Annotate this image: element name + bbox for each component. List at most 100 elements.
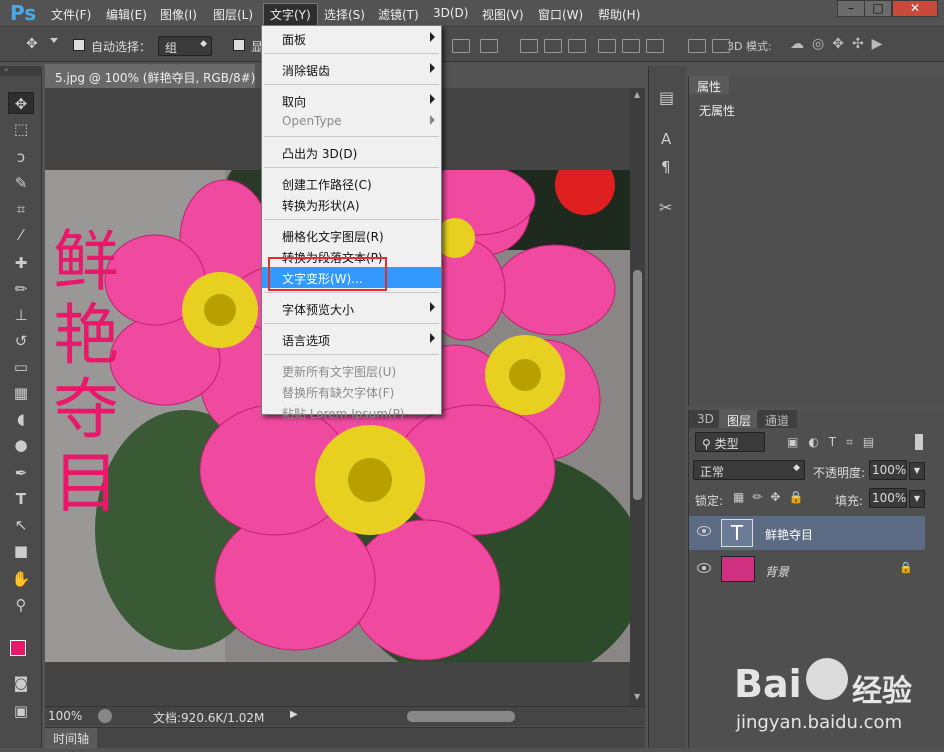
zoom-level[interactable]: 100%	[48, 709, 82, 723]
fill-input[interactable]: 100%	[869, 488, 907, 508]
move-tool-icon[interactable]: ✥	[8, 92, 34, 114]
menu-6[interactable]: 滤镜(T)	[378, 6, 419, 23]
menu-2[interactable]: 图像(I)	[160, 6, 197, 23]
tool-preset-chevron-icon[interactable]	[50, 38, 58, 43]
history-brush-tool-icon[interactable]: ↺	[8, 330, 34, 352]
type-menu-item[interactable]: 字体预览大小	[262, 298, 441, 319]
marquee-tool-icon[interactable]: ⬚	[8, 118, 34, 140]
pen-tool-icon[interactable]: ✒	[8, 462, 34, 484]
zoom-tool-icon[interactable]: ⚲	[8, 594, 34, 616]
blend-mode-dropdown[interactable]: 正常 ◆	[693, 460, 805, 480]
quick-mask-icon[interactable]: ◙	[8, 672, 34, 694]
layer-row-background[interactable]: 背景 🔒	[689, 553, 925, 587]
type-menu-item: 粘贴 Lorem Ipsum(P)	[262, 402, 441, 423]
eyedropper-tool-icon[interactable]: ⁄	[8, 224, 34, 246]
blur-tool-icon[interactable]: ◖	[8, 408, 34, 430]
menu-1[interactable]: 编辑(E)	[106, 6, 147, 23]
screen-mode-icon[interactable]: ▣	[8, 700, 34, 722]
align-distribute-icon[interactable]	[480, 39, 498, 53]
menu-7[interactable]: 3D(D)	[433, 6, 468, 20]
type-menu-item[interactable]: 栅格化文字图层(R)	[262, 225, 441, 246]
menu-0[interactable]: 文件(F)	[51, 6, 91, 23]
align-distribute-icon[interactable]	[646, 39, 664, 53]
visibility-eye-icon[interactable]	[697, 563, 711, 573]
scroll-up-arrow-icon[interactable]: ▲	[634, 90, 640, 99]
align-distribute-icon[interactable]	[622, 39, 640, 53]
type-menu-item[interactable]: 消除锯齿	[262, 59, 441, 80]
character-panel-icon[interactable]: A	[661, 130, 671, 148]
fill-chevron-icon[interactable]: ▼	[909, 490, 925, 508]
visibility-eye-icon[interactable]	[697, 526, 711, 536]
clone-stamp-tool-icon[interactable]: ⊥	[8, 304, 34, 326]
lasso-tool-icon[interactable]: ↄ	[8, 146, 34, 168]
eraser-tool-icon[interactable]: ▭	[8, 356, 34, 378]
type-menu-item[interactable]: 语言选项	[262, 329, 441, 350]
type-menu-item[interactable]: 面板	[262, 28, 441, 49]
status-menu-arrow-icon[interactable]: ▶	[290, 709, 298, 720]
align-distribute-icon[interactable]	[544, 39, 562, 53]
canvas-char-3: 夺	[53, 371, 119, 448]
canvas-text-layer[interactable]: 鲜 艳 夺 目	[53, 225, 133, 521]
type-menu-item[interactable]: 取向	[262, 90, 441, 111]
scroll-down-arrow-icon[interactable]: ▼	[634, 692, 640, 701]
layer-name[interactable]: 背景	[765, 563, 789, 580]
properties-tab[interactable]: 属性	[689, 76, 730, 94]
align-distribute-icon[interactable]	[520, 39, 538, 53]
opacity-chevron-icon[interactable]: ▼	[909, 462, 925, 480]
layer-filter-icons[interactable]: ▣◐T⌗▤	[787, 435, 884, 450]
layer-name[interactable]: 鲜艳夺目	[765, 526, 813, 543]
tools-preset-icon[interactable]: ✂	[659, 198, 672, 217]
align-distribute-icon[interactable]	[712, 39, 730, 53]
tools-collapse-handle[interactable]: »	[0, 66, 42, 76]
timeline-tab[interactable]: 时间轴	[45, 728, 98, 749]
menu-10[interactable]: 帮助(H)	[598, 6, 640, 23]
align-distribute-icon[interactable]	[598, 39, 616, 53]
align-distribute-icon[interactable]	[688, 39, 706, 53]
layers-tab-1[interactable]: 图层	[719, 410, 760, 428]
layers-tab-0[interactable]: 3D	[689, 410, 722, 428]
hand-tool-icon[interactable]: ✋	[8, 568, 34, 590]
horizontal-scrollbar-thumb[interactable]	[407, 711, 515, 722]
scrollbar-thumb[interactable]	[633, 270, 642, 500]
maximize-button[interactable]: □	[864, 0, 892, 17]
dodge-tool-icon[interactable]: ●	[8, 434, 34, 456]
layer-filter-dropdown[interactable]: ⚲ 类型	[695, 432, 765, 452]
history-panel-icon[interactable]: ▤	[659, 88, 674, 107]
menu-3[interactable]: 图层(L)	[213, 6, 253, 23]
status-info-icon[interactable]	[98, 709, 112, 723]
menu-8[interactable]: 视图(V)	[482, 6, 524, 23]
path-select-tool-icon[interactable]: ↖	[8, 514, 34, 536]
type-menu-item[interactable]: 转换为形状(A)	[262, 194, 441, 215]
align-distribute-icon[interactable]	[568, 39, 586, 53]
auto-select-dropdown[interactable]: 组 ◆	[158, 36, 212, 56]
paragraph-panel-icon[interactable]: ¶	[661, 158, 671, 176]
filter-toggle-icon[interactable]	[915, 434, 923, 450]
menu-9[interactable]: 窗口(W)	[538, 6, 583, 23]
move-tool-icon[interactable]: ✥	[26, 36, 38, 52]
type-menu-item[interactable]: 创建工作路径(C)	[262, 173, 441, 194]
gradient-tool-icon[interactable]: ▦	[8, 382, 34, 404]
layers-tab-2[interactable]: 通道	[757, 410, 798, 428]
quick-select-tool-icon[interactable]: ✎	[8, 172, 34, 194]
auto-select-value: 组	[165, 41, 178, 55]
show-transform-checkbox[interactable]	[233, 39, 245, 51]
3d-mode-icons[interactable]: ☁◎✥✣▶	[790, 36, 890, 52]
menu-5[interactable]: 选择(S)	[324, 6, 365, 23]
minimize-button[interactable]: –	[837, 0, 865, 17]
type-tool-icon[interactable]: T	[8, 488, 34, 510]
layer-row-text[interactable]: T 鲜艳夺目	[689, 516, 925, 550]
brush-tool-icon[interactable]: ✏	[8, 278, 34, 300]
auto-select-checkbox[interactable]	[73, 39, 85, 51]
document-tab[interactable]: 5.jpg @ 100% (鲜艳夺目, RGB/8#) * ×	[45, 64, 255, 88]
healing-brush-tool-icon[interactable]: ✚	[8, 252, 34, 274]
opacity-input[interactable]: 100%	[869, 460, 907, 480]
foreground-color-swatch[interactable]	[10, 640, 26, 656]
menu-4[interactable]: 文字(Y)	[263, 3, 318, 26]
align-distribute-icon[interactable]	[452, 39, 470, 53]
crop-tool-icon[interactable]: ⌗	[8, 198, 34, 220]
close-button[interactable]: ✕	[892, 0, 938, 17]
lock-icons[interactable]: ▦✏✥🔒	[733, 490, 811, 504]
text-layer-thumbnail-icon: T	[721, 519, 753, 547]
rectangle-tool-icon[interactable]: ■	[8, 540, 34, 562]
type-menu-item[interactable]: 凸出为 3D(D)	[262, 142, 441, 163]
